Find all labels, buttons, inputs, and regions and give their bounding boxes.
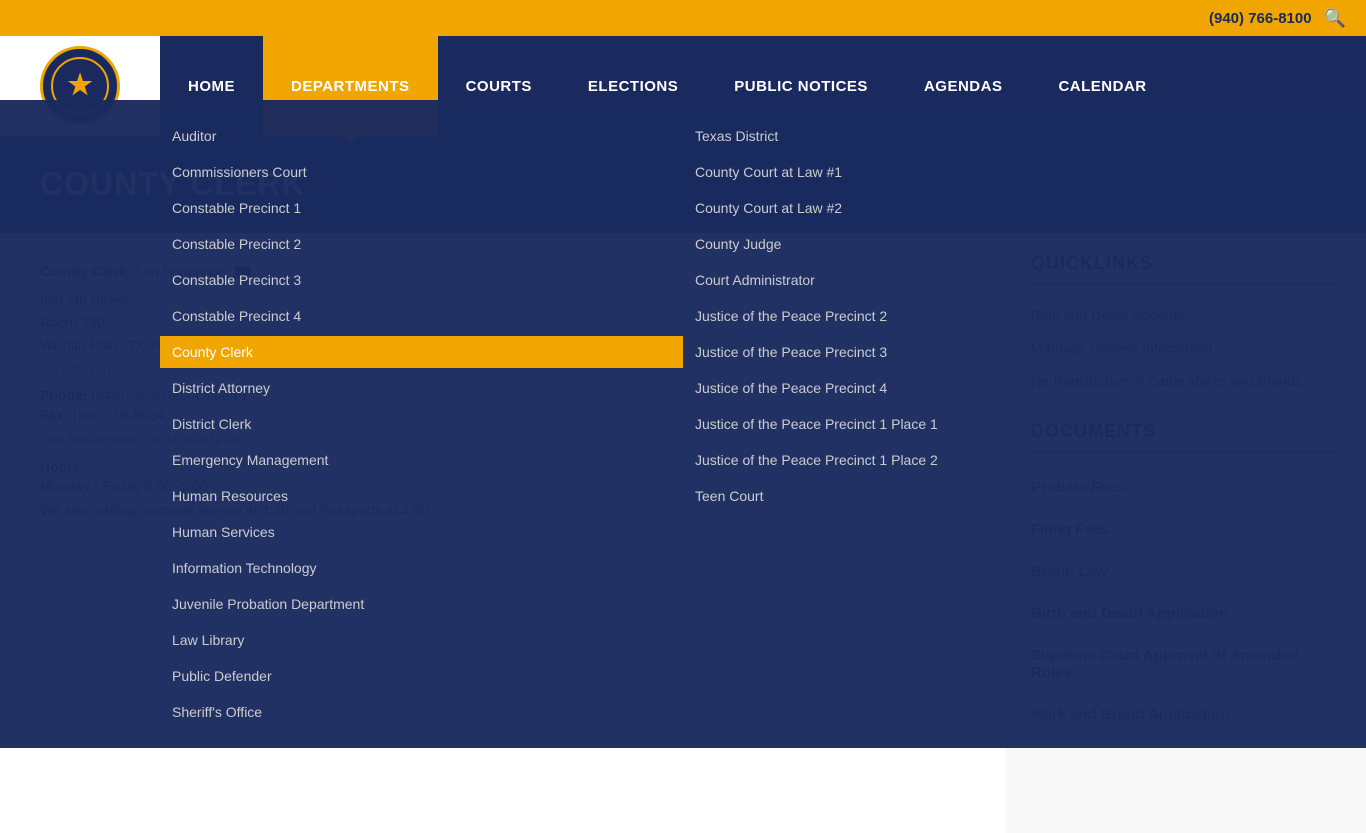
top-bar: (940) 766-8100 🔍 [0,0,1366,36]
dropdown-item-emergency-mgmt[interactable]: Emergency Management [160,444,683,476]
dropdown-item-jp1p2[interactable]: Justice of the Peace Precinct 1 Place 2 [683,444,1206,476]
dropdown-item-human-services[interactable]: Human Services [160,516,683,548]
dropdown-item-constable1[interactable]: Constable Precinct 1 [160,192,683,224]
dropdown-item-jp3[interactable]: Justice of the Peace Precinct 3 [683,336,1206,368]
dropdown-item-constable2[interactable]: Constable Precinct 2 [160,228,683,260]
dropdown-col-2: Texas District County Court at Law #1 Co… [683,120,1206,728]
dropdown-item-jp1p1[interactable]: Justice of the Peace Precinct 1 Place 1 [683,408,1206,440]
top-bar-phone: (940) 766-8100 [1209,10,1312,27]
svg-text:★: ★ [67,69,92,100]
dropdown-item-auditor[interactable]: Auditor [160,120,683,152]
dropdown-item-teen-court[interactable]: Teen Court [683,480,1206,512]
dropdown-item-jp4[interactable]: Justice of the Peace Precinct 4 [683,372,1206,404]
dropdown-item-law-library[interactable]: Law Library [160,624,683,656]
dropdown-item-county-court1[interactable]: County Court at Law #1 [683,156,1206,188]
dropdown-item-commissioners[interactable]: Commissioners Court [160,156,683,188]
dropdown-item-district-attorney[interactable]: District Attorney [160,372,683,404]
dropdown-item-county-court2[interactable]: County Court at Law #2 [683,192,1206,224]
dropdown-item-constable4[interactable]: Constable Precinct 4 [160,300,683,332]
dropdown-item-jp2[interactable]: Justice of the Peace Precinct 2 [683,300,1206,332]
dropdown-item-texas-district[interactable]: Texas District [683,120,1206,152]
dropdown-item-county-clerk[interactable]: County Clerk [160,336,683,368]
dropdown-item-human-resources[interactable]: Human Resources [160,480,683,512]
dropdown-item-district-clerk[interactable]: District Clerk [160,408,683,440]
dropdown-item-sheriff[interactable]: Sheriff's Office [160,696,683,728]
dropdown-item-it[interactable]: Information Technology [160,552,683,584]
departments-dropdown: Auditor Commissioners Court Constable Pr… [0,100,1366,748]
dropdown-item-juvenile[interactable]: Juvenile Probation Department [160,588,683,620]
dropdown-item-constable3[interactable]: Constable Precinct 3 [160,264,683,296]
dropdown-col-1: Auditor Commissioners Court Constable Pr… [160,120,683,728]
dropdown-item-county-judge[interactable]: County Judge [683,228,1206,260]
search-icon[interactable]: 🔍 [1324,8,1346,29]
dropdown-item-public-defender[interactable]: Public Defender [160,660,683,692]
dropdown-item-court-admin[interactable]: Court Administrator [683,264,1206,296]
